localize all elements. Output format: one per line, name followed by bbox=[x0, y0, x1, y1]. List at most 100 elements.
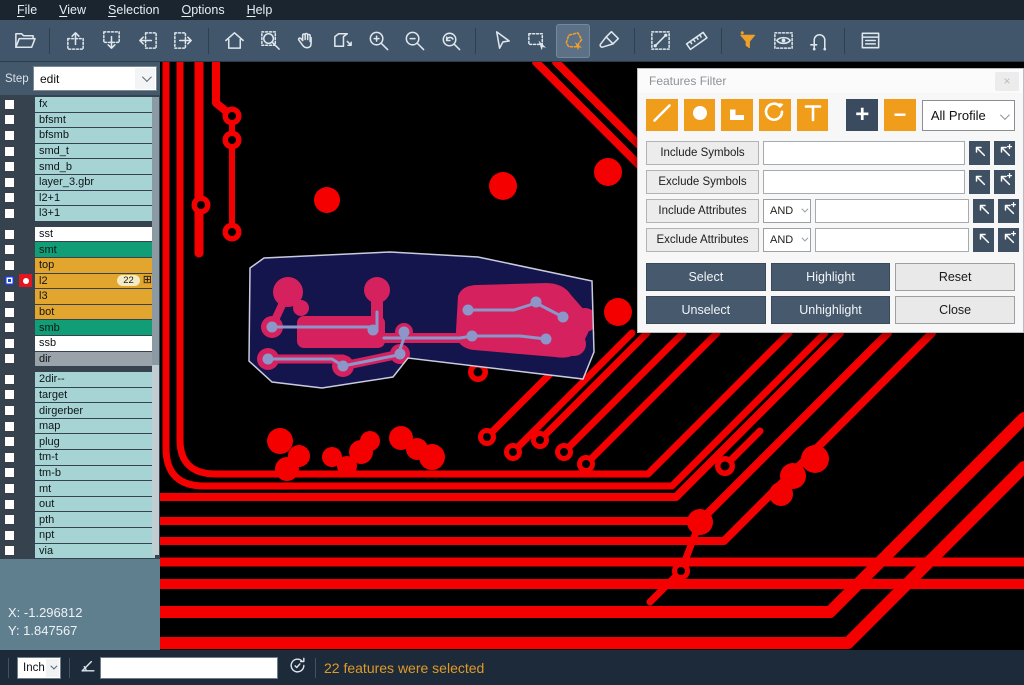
layer-checkbox-npt[interactable] bbox=[4, 530, 15, 541]
layer-cell-out[interactable]: out bbox=[35, 497, 155, 512]
include-symbols-button[interactable]: Include Symbols bbox=[646, 141, 759, 165]
layer-checkbox-smb[interactable] bbox=[4, 322, 15, 333]
layer-cell-l3+1[interactable]: l3+1 bbox=[35, 206, 155, 221]
layer-checkbox-bot[interactable] bbox=[4, 307, 15, 318]
layer-cell-target[interactable]: target bbox=[35, 388, 155, 403]
exclude-symbols-pick-add-button[interactable] bbox=[994, 170, 1015, 194]
units-select[interactable]: Inch bbox=[17, 657, 61, 679]
layer-cell-dir[interactable]: dir bbox=[35, 352, 155, 367]
layer-row-target[interactable]: target bbox=[0, 388, 160, 403]
layer-cell-smd_t[interactable]: smd_t bbox=[35, 144, 155, 159]
close-button[interactable]: Close bbox=[895, 296, 1015, 324]
layer-cell-tm-b[interactable]: tm-b bbox=[35, 466, 155, 481]
arc-feature-filter-button[interactable] bbox=[759, 99, 791, 131]
layer-checkbox-map[interactable] bbox=[4, 421, 15, 432]
layer-cell-bfsmt[interactable]: bfsmt bbox=[35, 113, 155, 128]
layer-checkbox-bfsmt[interactable] bbox=[4, 114, 15, 125]
layer-row-bfsmt[interactable]: bfsmt bbox=[0, 113, 160, 128]
layer-row-mt[interactable]: mt bbox=[0, 481, 160, 496]
event-log-button[interactable] bbox=[853, 24, 887, 58]
layer-cell-smb[interactable]: smb bbox=[35, 320, 155, 335]
zoom-in-button[interactable] bbox=[361, 24, 395, 58]
layer-checkbox-l3+1[interactable] bbox=[4, 208, 15, 219]
show-selection-button[interactable] bbox=[766, 24, 800, 58]
layer-row-plug[interactable]: plug bbox=[0, 434, 160, 449]
drag-view-button[interactable] bbox=[325, 24, 359, 58]
layer-row-smd_t[interactable]: smd_t bbox=[0, 144, 160, 159]
add-filter-button[interactable]: + bbox=[846, 99, 878, 131]
layer-row-tm-b[interactable]: tm-b bbox=[0, 466, 160, 481]
layer-cell-tm-t[interactable]: tm-t bbox=[35, 450, 155, 465]
layer-list-scrollbar[interactable] bbox=[152, 97, 159, 555]
remove-filter-button[interactable]: − bbox=[884, 99, 916, 131]
layer-checkbox-smd_b[interactable] bbox=[4, 161, 15, 172]
layer-checkbox-layer_3.gbr[interactable] bbox=[4, 177, 15, 188]
exclude-attributes-button[interactable]: Exclude Attributes bbox=[646, 228, 759, 252]
features-filter-button[interactable] bbox=[730, 24, 764, 58]
include-attributes-input[interactable] bbox=[815, 199, 969, 223]
menu-selection[interactable]: Selection bbox=[97, 1, 170, 20]
pointer-select-button[interactable] bbox=[484, 24, 518, 58]
pan-left-button[interactable] bbox=[130, 24, 164, 58]
ruler-button[interactable] bbox=[679, 24, 713, 58]
scrollbar-thumb[interactable] bbox=[152, 97, 159, 365]
layer-cell-plug[interactable]: plug bbox=[35, 434, 155, 449]
layer-checkbox-dir[interactable] bbox=[4, 353, 15, 364]
layer-cell-bfsmb[interactable]: bfsmb bbox=[35, 128, 155, 143]
layer-checkbox-via[interactable] bbox=[4, 545, 15, 556]
layer-cell-l2[interactable]: l222⊞ bbox=[35, 274, 155, 289]
layer-checkbox-plug[interactable] bbox=[4, 436, 15, 447]
layer-checkbox-target[interactable] bbox=[4, 389, 15, 400]
layer-cell-l3[interactable]: l3 bbox=[35, 289, 155, 304]
highlight-button[interactable]: Highlight bbox=[771, 263, 891, 291]
layer-cell-map[interactable]: map bbox=[35, 419, 155, 434]
layer-row-tm-t[interactable]: tm-t bbox=[0, 450, 160, 465]
menu-view[interactable]: View bbox=[48, 1, 97, 20]
layer-row-smt[interactable]: smt bbox=[0, 242, 160, 257]
line-feature-filter-button[interactable] bbox=[646, 99, 678, 131]
layer-row-top[interactable]: top bbox=[0, 258, 160, 273]
layer-checkbox-mt[interactable] bbox=[4, 483, 15, 494]
include-symbols-pick-add-button[interactable] bbox=[994, 141, 1015, 165]
layer-cell-fx[interactable]: fx bbox=[35, 97, 155, 112]
command-input[interactable] bbox=[100, 657, 278, 679]
layer-row-smd_b[interactable]: smd_b bbox=[0, 159, 160, 174]
exclude-symbols-input[interactable] bbox=[763, 170, 965, 194]
layer-checkbox-l3[interactable] bbox=[4, 291, 15, 302]
layer-cell-l2+1[interactable]: l2+1 bbox=[35, 191, 155, 206]
layer-cell-smt[interactable]: smt bbox=[35, 242, 155, 257]
layer-checkbox-sst[interactable] bbox=[4, 229, 15, 240]
layer-cell-bot[interactable]: bot bbox=[35, 305, 155, 320]
layer-checkbox-out[interactable] bbox=[4, 499, 15, 510]
layer-row-l2+1[interactable]: l2+1 bbox=[0, 191, 160, 206]
layer-checkbox-bfsmb[interactable] bbox=[4, 130, 15, 141]
layer-cell-layer_3.gbr[interactable]: layer_3.gbr bbox=[35, 175, 155, 190]
include-attributes-pick-add-button[interactable] bbox=[998, 199, 1019, 223]
layer-row-sst[interactable]: sst bbox=[0, 227, 160, 242]
unselect-button[interactable]: Unselect bbox=[646, 296, 766, 324]
layer-row-out[interactable]: out bbox=[0, 497, 160, 512]
layer-cell-smd_b[interactable]: smd_b bbox=[35, 159, 155, 174]
menu-file[interactable]: File bbox=[6, 1, 48, 20]
layer-row-map[interactable]: map bbox=[0, 419, 160, 434]
layer-checkbox-ssb[interactable] bbox=[4, 338, 15, 349]
layer-cell-pth[interactable]: pth bbox=[35, 512, 155, 527]
layer-cell-2dir--[interactable]: 2dir-- bbox=[35, 372, 155, 387]
pad-feature-filter-button[interactable] bbox=[684, 99, 716, 131]
exclude-attributes-operator-select[interactable]: AND bbox=[763, 228, 811, 252]
layer-cell-sst[interactable]: sst bbox=[35, 227, 155, 242]
active-layer-indicator[interactable] bbox=[19, 274, 32, 287]
measure-distance-button[interactable] bbox=[643, 24, 677, 58]
include-symbols-input[interactable] bbox=[763, 141, 965, 165]
layer-checkbox-tm-b[interactable] bbox=[4, 467, 15, 478]
layer-checkbox-pth[interactable] bbox=[4, 514, 15, 525]
profile-select[interactable]: All Profile bbox=[922, 100, 1015, 131]
layer-checkbox-l2+1[interactable] bbox=[4, 192, 15, 203]
layer-cell-dirgerber[interactable]: dirgerber bbox=[35, 403, 155, 418]
exclude-attributes-pick-add-button[interactable] bbox=[998, 228, 1019, 252]
pan-up-button[interactable] bbox=[58, 24, 92, 58]
layer-row-pth[interactable]: pth bbox=[0, 512, 160, 527]
include-attributes-pick-button[interactable] bbox=[973, 199, 994, 223]
pan-right-button[interactable] bbox=[166, 24, 200, 58]
open-file-button[interactable] bbox=[7, 24, 41, 58]
